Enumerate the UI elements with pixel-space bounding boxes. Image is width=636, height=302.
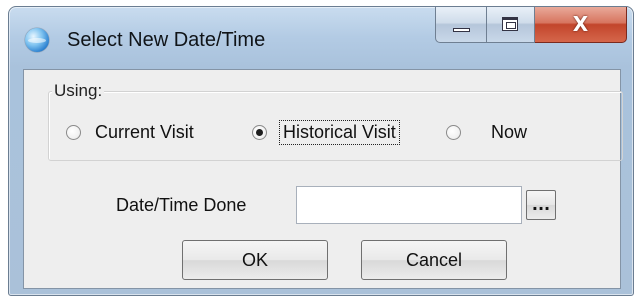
dialog-window: Select New Date/Time X Using: Current Vi… <box>8 6 634 296</box>
close-button[interactable]: X <box>535 7 627 43</box>
title-bar[interactable]: Select New Date/Time X <box>9 7 633 69</box>
radio-button-checked-icon[interactable] <box>252 124 267 140</box>
radio-label[interactable]: Now <box>491 122 527 143</box>
close-icon: X <box>572 12 589 36</box>
radio-label[interactable]: Current Visit <box>95 122 194 143</box>
cancel-button[interactable]: Cancel <box>361 240 507 280</box>
minimize-button[interactable] <box>435 7 487 43</box>
radio-current-visit[interactable]: Current Visit <box>66 119 194 145</box>
window-title: Select New Date/Time <box>67 29 266 51</box>
maximize-button[interactable] <box>487 7 535 43</box>
radio-historical-visit[interactable]: Historical Visit <box>252 119 400 145</box>
dialog-client-area: Using: Current Visit Historical Visit No… <box>23 69 623 289</box>
date-time-done-label: Date/Time Done <box>116 195 247 215</box>
browse-date-button[interactable]: ... <box>526 190 556 220</box>
minimize-icon <box>453 28 470 32</box>
using-group-label: Using: <box>52 80 105 102</box>
radio-now[interactable]: Now <box>446 119 527 145</box>
ok-button[interactable]: OK <box>182 240 328 280</box>
app-globe-icon <box>25 28 49 52</box>
date-time-input[interactable] <box>296 186 522 224</box>
radio-button-icon[interactable] <box>446 124 461 140</box>
radio-label[interactable]: Historical Visit <box>279 119 400 145</box>
caption-buttons: X <box>435 7 627 43</box>
maximize-icon <box>502 17 518 31</box>
radio-button-icon[interactable] <box>66 124 81 140</box>
